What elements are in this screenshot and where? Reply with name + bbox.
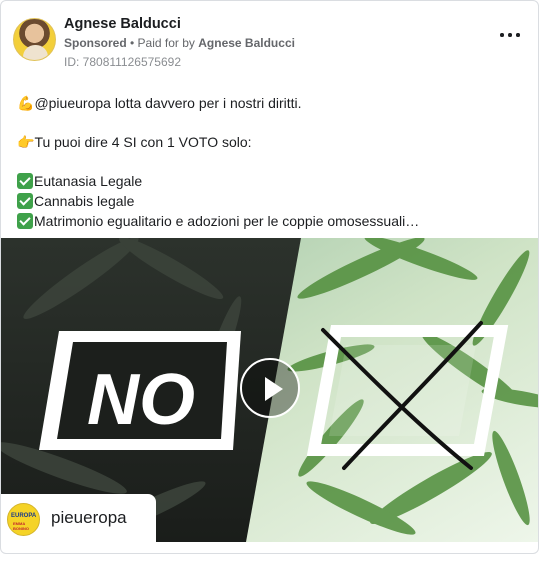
- more-options-icon[interactable]: [500, 31, 520, 39]
- logo-text-top: EUROPA: [11, 513, 37, 519]
- pointing-right-icon: 👉: [17, 135, 35, 151]
- ad-id: ID: 780811126575692: [64, 55, 181, 69]
- paid-for-name: Agnese Balducci: [198, 36, 295, 50]
- text-line-2: Tu puoi dire 4 SI con 1 VOTO solo:: [34, 134, 252, 150]
- avatar-figure: [23, 45, 48, 60]
- post-text: 💪@piueuropa lotta davvero per i nostri d…: [17, 93, 522, 231]
- paid-for-prefix: Paid for by: [137, 36, 199, 50]
- list-item-label: Eutanasia Legale: [34, 173, 143, 189]
- play-icon[interactable]: [240, 358, 300, 418]
- sponsored-label: Sponsored: [64, 36, 127, 50]
- meta-separator: •: [126, 36, 138, 50]
- list-item-label: Matrimonio egualitario e adozioni per le…: [34, 213, 420, 229]
- text-line-1: @piueuropa lotta davvero per i nostri di…: [34, 95, 302, 111]
- ad-post-card: Agnese Balducci Sponsored • Paid for by …: [0, 0, 539, 554]
- text-line: 👉Tu puoi dire 4 SI con 1 VOTO solo:: [17, 132, 522, 152]
- text-line: 💪@piueuropa lotta davvero per i nostri d…: [17, 93, 522, 113]
- check-mark-icon: [17, 173, 33, 189]
- page-badge-name: pieueropa: [51, 508, 127, 527]
- flexed-biceps-icon: 💪: [17, 96, 35, 112]
- post-header: Agnese Balducci Sponsored • Paid for by …: [1, 1, 538, 81]
- list-item: Cannabis legale: [17, 191, 522, 211]
- logo-text-bottom: EMMA BONINO: [13, 521, 29, 531]
- page-badge[interactable]: EUROPA EMMA BONINO pieueropa: [1, 494, 156, 542]
- list-item: Eutanasia Legale: [17, 171, 522, 191]
- list-item-label: Cannabis legale: [34, 193, 135, 209]
- check-mark-icon: [17, 213, 33, 229]
- no-word: NO: [87, 360, 195, 440]
- piueuropa-logo: EUROPA EMMA BONINO: [7, 503, 40, 536]
- check-mark-icon: [17, 193, 33, 209]
- post-meta: Sponsored • Paid for by Agnese Balducci: [64, 36, 295, 50]
- author-name[interactable]: Agnese Balducci: [64, 16, 181, 32]
- list-item: Matrimonio egualitario e adozioni per le…: [17, 211, 522, 231]
- author-avatar[interactable]: [13, 18, 56, 61]
